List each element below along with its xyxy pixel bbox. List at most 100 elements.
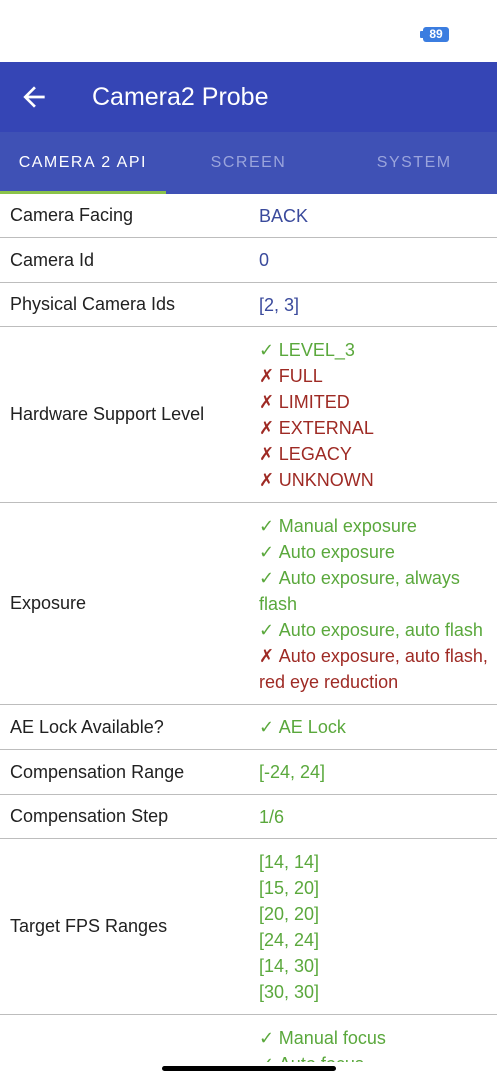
property-value: [15, 20] <box>259 875 491 901</box>
checkmark-icon: ✓ <box>259 717 275 737</box>
property-value-text: Auto exposure, always flash <box>259 567 460 614</box>
property-value-text: [15, 20] <box>259 877 320 898</box>
property-value: ✗ FULL <box>259 363 491 389</box>
property-value: ✗ Auto exposure, auto flash, red eye redu… <box>259 643 491 695</box>
cross-icon: ✗ <box>259 391 275 412</box>
property-values: [2, 3] <box>259 292 497 318</box>
property-values: 1/6 <box>259 804 497 830</box>
app-bar: Camera2 Probe <box>0 62 497 132</box>
property-row: Physical Camera Ids [2, 3] <box>0 283 497 327</box>
property-value: ✗ UNKNOWN <box>259 467 491 493</box>
property-value-text: [20, 20] <box>259 903 320 924</box>
property-label: Hardware Support Level <box>10 404 205 424</box>
property-value: ✓ Manual focus <box>259 1025 491 1051</box>
property-row: AE Lock Available? ✓ AE Lock <box>0 705 497 750</box>
property-value-text: [24, 24] <box>259 929 320 950</box>
property-value-text: Auto exposure <box>278 541 395 562</box>
property-value-text: 1/6 <box>259 806 285 827</box>
property-label: Compensation Range <box>10 761 185 782</box>
property-value: [30, 30] <box>259 979 491 1005</box>
property-value: ✗ LEGACY <box>259 441 491 467</box>
property-row: Camera Id 0 <box>0 238 497 283</box>
property-value-text: [-24, 24] <box>259 762 326 782</box>
tab-bar: CAMERA 2 API SCREEN SYSTEM <box>0 132 497 194</box>
cross-icon: ✗ <box>259 645 275 666</box>
property-label: Camera Id <box>10 249 95 270</box>
property-label: Exposure <box>10 593 87 613</box>
property-value-text: [14, 30] <box>259 955 320 976</box>
property-values: [-24, 24] <box>259 759 497 785</box>
property-value-text: Auto exposure, auto flash, red eye reduc… <box>259 645 488 692</box>
checkmark-icon: ✓ <box>259 619 275 640</box>
property-values: BACK <box>259 203 497 229</box>
cross-icon: ✗ <box>259 443 275 464</box>
property-value-text: LIMITED <box>278 391 350 412</box>
property-values: [14, 14] [15, 20] [20, 20] [24, 24] [14, 30]… <box>259 849 497 1005</box>
property-value-text: LEVEL_3 <box>278 339 355 360</box>
property-row: Camera Facing BACK <box>0 194 497 238</box>
battery-indicator: 89 <box>420 27 449 42</box>
property-value-text: Manual exposure <box>278 515 417 536</box>
checkmark-icon: ✓ <box>259 515 275 536</box>
property-row: Exposure ✓ Manual exposure ✓ Auto exposure ✓ A… <box>0 503 497 705</box>
property-values: ✓Manual focus✓Auto focus <box>259 1025 497 1062</box>
cross-icon: ✗ <box>259 469 275 490</box>
property-value: [20, 20] <box>259 901 491 927</box>
property-value: [14, 30] <box>259 953 491 979</box>
property-value-text: Manual focus <box>278 1028 386 1048</box>
property-value: ✓ Auto exposure, always flash <box>259 565 491 617</box>
property-value: ✓ Auto exposure <box>259 539 491 565</box>
property-values: 0 <box>259 247 497 273</box>
property-row: Target FPS Ranges [14, 14] [15, 20] [20, 20… <box>0 839 497 1015</box>
tab-screen[interactable]: SCREEN <box>166 132 332 194</box>
property-row: ✓Manual focus✓Auto focus <box>0 1015 497 1062</box>
property-value-text: FULL <box>278 365 323 386</box>
tab-camera-2-api[interactable]: CAMERA 2 API <box>0 132 166 194</box>
property-value: [-24, 24] <box>259 759 491 785</box>
property-value-text: AE Lock <box>278 717 346 737</box>
property-value: 0 <box>259 247 491 273</box>
cross-icon: ✗ <box>259 365 275 386</box>
property-label: Compensation Step <box>10 806 169 826</box>
property-value-text: EXTERNAL <box>278 417 374 438</box>
property-value: ✓Auto focus <box>259 1051 491 1062</box>
property-value-text: Auto exposure, auto flash <box>278 619 483 640</box>
checkmark-icon: ✓ <box>259 1028 275 1048</box>
checkmark-icon: ✓ <box>259 1051 279 1062</box>
property-value: ✓ AE Lock <box>259 714 491 740</box>
property-values: ✓ AE Lock <box>259 714 497 740</box>
property-value-text: [14, 14] <box>259 851 320 872</box>
property-value: [14, 14] <box>259 849 491 875</box>
property-value-text: 0 <box>259 250 270 270</box>
status-bar: 89 <box>0 0 497 62</box>
property-values: ✓ Manual exposure ✓ Auto exposure ✓ Auto expo… <box>259 513 497 695</box>
property-value-text: [30, 30] <box>259 981 320 1002</box>
back-arrow-icon[interactable] <box>18 81 50 113</box>
property-value: ✗ LIMITED <box>259 389 491 415</box>
property-value-text: [2, 3] <box>259 294 300 315</box>
property-row: Compensation Step 1/6 <box>0 795 497 839</box>
camera-properties-list[interactable]: Camera Facing BACK Camera Id 0 Physical Came… <box>0 194 497 1062</box>
property-value: ✗ EXTERNAL <box>259 415 491 441</box>
property-row: Hardware Support Level ✓ LEVEL_3 ✗ FULL ✗ LIMI… <box>0 327 497 503</box>
property-value: [2, 3] <box>259 292 491 318</box>
property-row: Compensation Range [-24, 24] <box>0 750 497 795</box>
app-title: Camera2 Probe <box>92 83 269 111</box>
home-indicator[interactable] <box>162 1066 336 1071</box>
property-label: Target FPS Ranges <box>10 916 168 936</box>
property-value-text: Auto focus <box>279 1054 364 1062</box>
property-value: ✓ Manual exposure <box>259 513 491 539</box>
checkmark-icon: ✓ <box>259 339 275 360</box>
cross-icon: ✗ <box>259 417 275 438</box>
property-value-text: BACK <box>259 205 309 226</box>
property-label: Physical Camera Ids <box>10 294 176 314</box>
property-value: 1/6 <box>259 804 491 830</box>
checkmark-icon: ✓ <box>259 567 275 588</box>
property-label: Camera Facing <box>10 205 134 225</box>
property-values: ✓ LEVEL_3 ✗ FULL ✗ LIMITED ✗ EXTERNAL ✗ LEGACY ✗ UN… <box>259 337 497 493</box>
checkmark-icon: ✓ <box>259 541 275 562</box>
property-value-text: UNKNOWN <box>278 469 374 490</box>
property-value: BACK <box>259 203 491 229</box>
tab-system[interactable]: SYSTEM <box>331 132 497 194</box>
property-value-text: LEGACY <box>278 443 352 464</box>
